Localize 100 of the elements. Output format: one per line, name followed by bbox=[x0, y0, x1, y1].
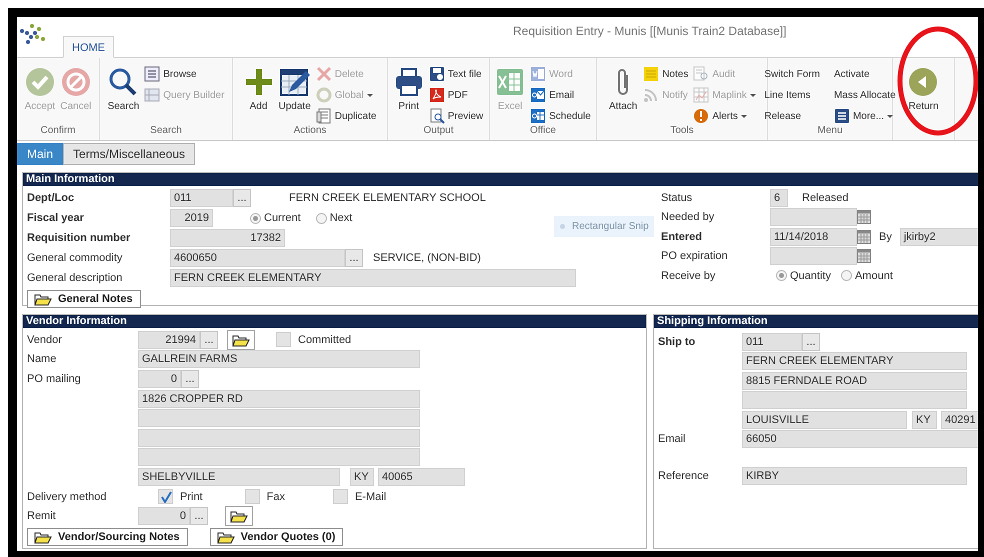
input-field[interactable]: 6 bbox=[770, 188, 788, 207]
input-field[interactable]: KY bbox=[912, 410, 937, 429]
input-field[interactable] bbox=[138, 409, 420, 428]
ribbon-button[interactable]: Text file bbox=[428, 65, 484, 83]
document-search-icon bbox=[693, 66, 710, 82]
form-tab[interactable]: Terms/Miscellaneous bbox=[63, 143, 196, 165]
ribbon-button[interactable]: Alerts bbox=[692, 107, 757, 125]
notes-button[interactable]: General Notes bbox=[27, 290, 141, 308]
field-label: PO expiration bbox=[661, 250, 729, 262]
check-icon bbox=[160, 490, 172, 503]
ribbon-button[interactable]: Update bbox=[278, 65, 312, 114]
field-label: Email bbox=[658, 433, 687, 446]
checkbox[interactable] bbox=[158, 489, 173, 504]
ribbon-button[interactable]: Email bbox=[529, 86, 592, 104]
panel-header: Vendor Information bbox=[23, 315, 646, 328]
field-label: Ship to bbox=[658, 336, 696, 348]
ribbon-button[interactable]: Browse bbox=[143, 65, 226, 83]
ribbon-button[interactable]: Search bbox=[106, 65, 140, 114]
input-field[interactable]: 40065 bbox=[378, 468, 465, 486]
checkbox[interactable] bbox=[244, 489, 260, 504]
ribbon-button[interactable]: Attach bbox=[607, 65, 640, 114]
input-field[interactable]: 8815 FERNDALE ROAD bbox=[742, 372, 967, 390]
input-field[interactable]: 0 bbox=[138, 507, 190, 526]
lookup-button[interactable]: ... bbox=[345, 249, 363, 267]
lookup-button[interactable]: ... bbox=[802, 332, 820, 351]
quotes-button[interactable]: Vendor Quotes (0) bbox=[210, 528, 344, 546]
ring-icon bbox=[316, 87, 332, 103]
checkbox[interactable] bbox=[276, 332, 291, 348]
radio-button[interactable] bbox=[840, 270, 852, 282]
input-field[interactable]: 17382 bbox=[170, 229, 285, 247]
lookup-button[interactable]: ... bbox=[181, 370, 199, 388]
input-field[interactable]: 40291 bbox=[941, 410, 978, 429]
checkbox-label: Committed bbox=[298, 334, 352, 346]
input-field[interactable]: 2019 bbox=[170, 209, 213, 227]
document-icon bbox=[316, 108, 332, 124]
input-field[interactable]: 0 bbox=[138, 370, 181, 388]
input-field[interactable]: 011 bbox=[742, 332, 802, 351]
ribbon-button[interactable]: Return bbox=[907, 65, 940, 114]
ribbon-tab[interactable]: HOME bbox=[63, 36, 114, 58]
input-field[interactable]: jkirby2 bbox=[900, 228, 978, 246]
folder-button[interactable] bbox=[227, 330, 255, 350]
field-label: Remit bbox=[27, 510, 57, 522]
input-field[interactable]: LOUISVILLE bbox=[742, 410, 907, 429]
input-field[interactable]: 4600650 bbox=[170, 249, 345, 267]
radio-button[interactable] bbox=[316, 212, 327, 224]
checkbox[interactable] bbox=[332, 489, 348, 504]
input-field[interactable] bbox=[138, 448, 420, 466]
form-tab[interactable]: Main bbox=[17, 143, 64, 165]
notes-button[interactable]: Vendor/Sourcing Notes bbox=[27, 528, 188, 546]
field-label: Entered bbox=[661, 230, 703, 243]
ribbon-button[interactable]: Preview bbox=[428, 107, 484, 125]
input-field[interactable]: 011 bbox=[170, 189, 233, 207]
ribbon-button[interactable]: Schedule bbox=[529, 107, 592, 125]
check-icon bbox=[24, 67, 55, 97]
ribbon-button[interactable]: Mass Allocate bbox=[832, 86, 897, 104]
ribbon-button[interactable]: Release bbox=[763, 107, 821, 125]
radio-button[interactable] bbox=[250, 212, 261, 224]
field-text: FERN CREEK ELEMENTARY SCHOOL bbox=[289, 192, 486, 204]
field-label: General commodity bbox=[27, 252, 124, 264]
grid-icon bbox=[144, 87, 160, 103]
field-label: Dept/Loc bbox=[27, 192, 76, 204]
ribbon-button[interactable]: More... bbox=[832, 107, 897, 125]
radio-button[interactable] bbox=[776, 270, 787, 282]
ribbon-button[interactable]: Add bbox=[242, 65, 275, 114]
lookup-button[interactable]: ... bbox=[200, 330, 218, 349]
input-field[interactable]: 1826 CROPPER RD bbox=[138, 390, 420, 408]
ribbon-button[interactable]: Notes bbox=[642, 65, 690, 83]
ribbon-button[interactable]: Activate bbox=[832, 65, 897, 83]
ribbon-button[interactable]: Print bbox=[392, 65, 425, 114]
input-field[interactable] bbox=[742, 391, 967, 410]
ribbon-button[interactable]: Line Items bbox=[763, 86, 821, 104]
folder-icon bbox=[232, 332, 250, 347]
folder-button[interactable] bbox=[225, 506, 253, 526]
input-field[interactable]: FERN CREEK ELEMENTARY bbox=[742, 352, 967, 370]
group-label: Menu bbox=[816, 125, 844, 138]
input-field[interactable]: KIRBY bbox=[742, 466, 967, 485]
input-field[interactable]: KY bbox=[350, 468, 374, 486]
ribbon-button[interactable]: Duplicate bbox=[314, 107, 378, 125]
ribbon-button[interactable]: PDF bbox=[428, 86, 484, 104]
input-field[interactable]: 11/14/2018 bbox=[770, 228, 857, 246]
input-field[interactable]: GALLREIN FARMS bbox=[138, 350, 420, 368]
lookup-button[interactable]: ... bbox=[190, 507, 208, 526]
document-icon bbox=[530, 66, 546, 82]
input-field[interactable]: 66050 bbox=[742, 430, 978, 448]
plus-icon bbox=[244, 67, 274, 97]
group-label: Office bbox=[529, 125, 557, 138]
input-field[interactable]: 21994 bbox=[138, 330, 200, 349]
input-field[interactable]: SHELBYVILLE bbox=[138, 468, 340, 486]
radio-label: Quantity bbox=[790, 270, 831, 282]
input-field[interactable] bbox=[770, 247, 857, 266]
edit-icon bbox=[280, 67, 310, 97]
input-field[interactable] bbox=[770, 208, 857, 226]
lookup-button[interactable]: ... bbox=[233, 189, 251, 207]
input-field[interactable]: FERN CREEK ELEMENTARY bbox=[170, 269, 576, 287]
folder-icon bbox=[34, 292, 52, 306]
caret-icon bbox=[740, 114, 747, 118]
rss-icon bbox=[643, 87, 660, 103]
input-field[interactable] bbox=[138, 428, 420, 447]
alert-icon bbox=[693, 108, 710, 124]
ribbon-button[interactable]: Switch Form bbox=[763, 65, 821, 83]
